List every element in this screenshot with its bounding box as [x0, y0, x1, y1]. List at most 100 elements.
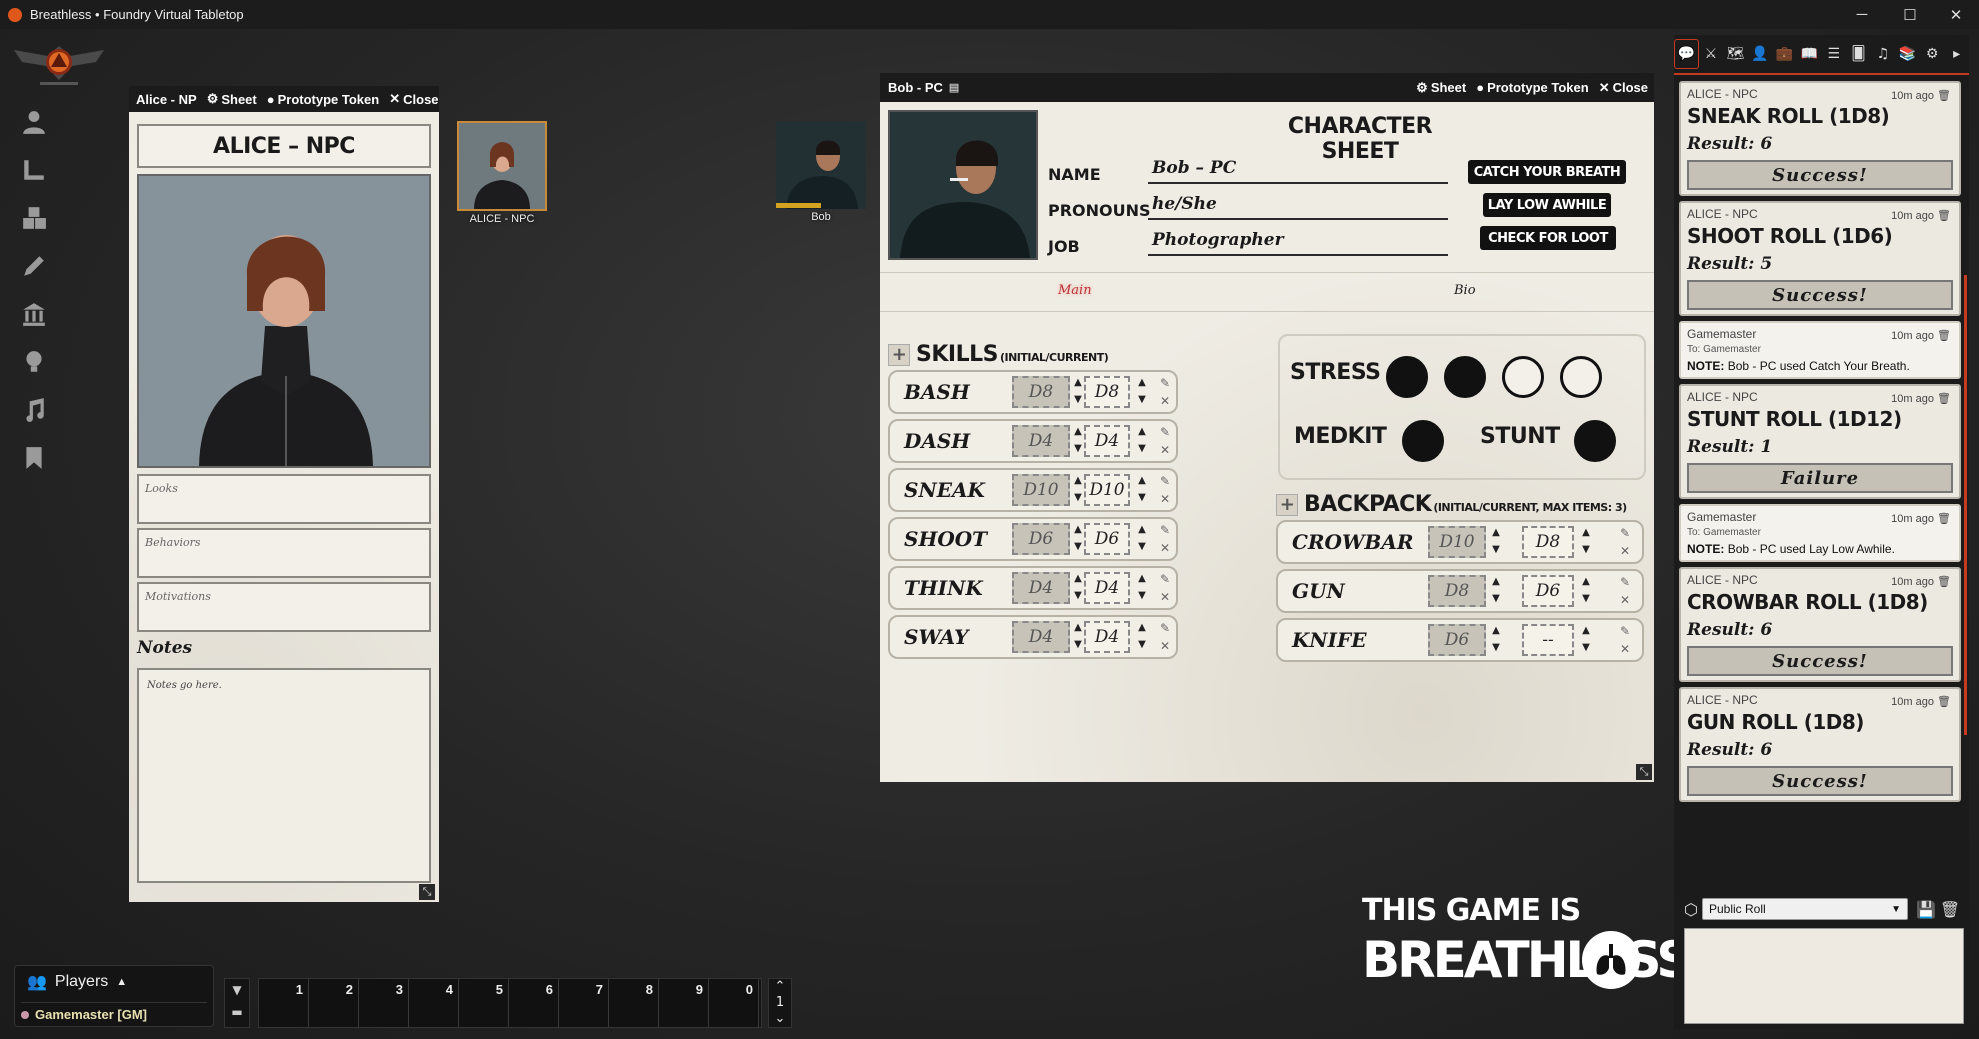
sidebar-tab-settings[interactable]: ⚙: [1920, 39, 1945, 69]
skill-initial-die[interactable]: D4: [1012, 572, 1070, 604]
sidebar-tab-compendium[interactable]: 📚: [1895, 39, 1920, 69]
bob-portrait[interactable]: [888, 110, 1038, 260]
item-initial-stepper[interactable]: ▲ ▼: [1490, 524, 1502, 558]
delete-message-icon[interactable]: 🗑: [1934, 330, 1951, 342]
d20-icon[interactable]: ⬡: [1684, 900, 1698, 919]
skill-initial-stepper[interactable]: ▲ ▼: [1072, 374, 1084, 408]
item-current-die[interactable]: D6: [1522, 575, 1574, 607]
measure-controls-tool[interactable]: [14, 150, 54, 190]
skill-current-stepper[interactable]: ▲ ▼: [1136, 570, 1148, 604]
skill-edit-delete[interactable]: ✎ ✕: [1158, 521, 1172, 557]
folder-icon[interactable]: ▬: [225, 1005, 249, 1019]
token-controls-tool[interactable]: [14, 102, 54, 142]
bob-close-button[interactable]: ✕ Close: [1599, 80, 1648, 96]
sidebar-tab-journal[interactable]: 📖: [1797, 39, 1822, 69]
add-item-button[interactable]: +: [1276, 493, 1298, 516]
macro-slot[interactable]: 0: [709, 979, 759, 1027]
bob-token[interactable]: Bob: [776, 121, 866, 223]
journal-icon[interactable]: ▤: [949, 81, 959, 94]
delete-message-icon[interactable]: 🗑: [1934, 576, 1951, 588]
motivations-field[interactable]: Motivations: [137, 582, 431, 632]
skill-initial-die[interactable]: D6: [1012, 523, 1070, 555]
catch-your-breath-button[interactable]: CATCH YOUR BREATH: [1468, 160, 1626, 184]
alice-resize-handle[interactable]: ⤡: [419, 884, 435, 900]
alice-portrait[interactable]: [137, 174, 431, 468]
macro-slot[interactable]: 5: [459, 979, 509, 1027]
tile-controls-tool[interactable]: [14, 198, 54, 238]
minimize-button[interactable]: ─: [1839, 0, 1885, 29]
alice-token[interactable]: ALICE - NPC: [457, 121, 547, 225]
lay-low-awhile-button[interactable]: LAY LOW AWHILE: [1483, 193, 1611, 217]
alice-prototype-token-button[interactable]: ● Prototype Token: [267, 92, 379, 107]
sidebar-tab-scenes[interactable]: 🗺: [1723, 39, 1748, 69]
item-edit-delete[interactable]: ✎ ✕: [1618, 622, 1632, 658]
macro-slot[interactable]: 7: [559, 979, 609, 1027]
skill-current-die[interactable]: D10: [1084, 474, 1130, 506]
bob-sheet-config-button[interactable]: ⚙ Sheet: [1416, 80, 1466, 96]
sidebar-tab-collapse[interactable]: ▸: [1944, 39, 1969, 69]
skill-edit-delete[interactable]: ✎ ✕: [1158, 570, 1172, 606]
notes-field[interactable]: Notes go here.: [137, 668, 431, 883]
item-current-die[interactable]: --: [1522, 624, 1574, 656]
bob-resize-handle[interactable]: ⤡: [1636, 764, 1652, 780]
skill-current-die[interactable]: D4: [1084, 572, 1130, 604]
medkit-toggle[interactable]: [1402, 420, 1444, 462]
job-input[interactable]: Photographer: [1148, 230, 1448, 256]
skill-current-die[interactable]: D4: [1084, 621, 1130, 653]
trash-icon[interactable]: 🗑: [1940, 900, 1960, 919]
alice-sheet-config-button[interactable]: ⚙ Sheet: [207, 91, 257, 107]
skill-current-stepper[interactable]: ▲ ▼: [1136, 521, 1148, 555]
skill-current-stepper[interactable]: ▲ ▼: [1136, 619, 1148, 653]
skill-edit-delete[interactable]: ✎ ✕: [1158, 423, 1172, 459]
players-header[interactable]: 👥 Players ▲: [27, 972, 127, 992]
save-icon[interactable]: 💾: [1916, 900, 1936, 919]
sidebar-tab-chat[interactable]: 💬: [1674, 39, 1699, 69]
check-for-loot-button[interactable]: CHECK FOR LOOT: [1480, 226, 1616, 250]
page-up-icon[interactable]: ⌃: [769, 979, 791, 995]
item-initial-die[interactable]: D10: [1428, 526, 1486, 558]
stress-pip[interactable]: [1560, 356, 1602, 398]
stress-pip[interactable]: [1444, 356, 1486, 398]
sound-controls-tool[interactable]: [14, 390, 54, 430]
page-down-icon[interactable]: ⌄: [769, 1011, 791, 1027]
skill-current-die[interactable]: D8: [1084, 376, 1130, 408]
skill-initial-die[interactable]: D4: [1012, 621, 1070, 653]
skill-initial-die[interactable]: D4: [1012, 425, 1070, 457]
skill-initial-stepper[interactable]: ▲ ▼: [1072, 521, 1084, 555]
item-edit-delete[interactable]: ✎ ✕: [1618, 573, 1632, 609]
skill-current-stepper[interactable]: ▲ ▼: [1136, 374, 1148, 408]
stunt-toggle[interactable]: [1574, 420, 1616, 462]
skill-initial-stepper[interactable]: ▲ ▼: [1072, 423, 1084, 457]
skill-current-stepper[interactable]: ▲ ▼: [1136, 472, 1148, 506]
item-initial-stepper[interactable]: ▲ ▼: [1490, 622, 1502, 656]
players-panel[interactable]: 👥 Players ▲ Gamemaster [GM]: [14, 965, 214, 1027]
macro-slot[interactable]: 9: [659, 979, 709, 1027]
chat-scrollbar[interactable]: [1964, 275, 1967, 735]
lighting-controls-tool[interactable]: [14, 342, 54, 382]
alice-close-button[interactable]: ✕ Close: [389, 91, 438, 107]
chat-message-input[interactable]: [1684, 928, 1964, 1024]
skill-initial-stepper[interactable]: ▲ ▼: [1072, 472, 1084, 506]
skill-initial-die[interactable]: D10: [1012, 474, 1070, 506]
sidebar-tab-tables[interactable]: ☰: [1822, 39, 1847, 69]
macro-slot[interactable]: 1: [259, 979, 309, 1027]
item-current-stepper[interactable]: ▲ ▼: [1580, 524, 1592, 558]
sidebar-tab-items[interactable]: 💼: [1772, 39, 1797, 69]
notes-controls-tool[interactable]: [14, 438, 54, 478]
close-window-button[interactable]: ✕: [1933, 0, 1979, 29]
macro-slot[interactable]: 6: [509, 979, 559, 1027]
item-current-stepper[interactable]: ▲ ▼: [1580, 622, 1592, 656]
item-current-stepper[interactable]: ▲ ▼: [1580, 573, 1592, 607]
macro-slot[interactable]: 4: [409, 979, 459, 1027]
add-skill-button[interactable]: +: [888, 343, 910, 366]
delete-message-icon[interactable]: 🗑: [1934, 513, 1951, 525]
delete-message-icon[interactable]: 🗑: [1934, 696, 1951, 708]
alice-sheet-header[interactable]: Alice - NP ⚙ Sheet ● Prototype Token ✕ Clos…: [129, 86, 439, 112]
skill-current-die[interactable]: D4: [1084, 425, 1130, 457]
skill-current-stepper[interactable]: ▲ ▼: [1136, 423, 1148, 457]
skill-initial-stepper[interactable]: ▲ ▼: [1072, 570, 1084, 604]
sidebar-tab-cards[interactable]: 🂠: [1846, 39, 1871, 69]
pronouns-input[interactable]: he/She: [1148, 194, 1448, 220]
sidebar-tab-playlists[interactable]: ♫: [1871, 39, 1896, 69]
item-initial-die[interactable]: D8: [1428, 575, 1486, 607]
